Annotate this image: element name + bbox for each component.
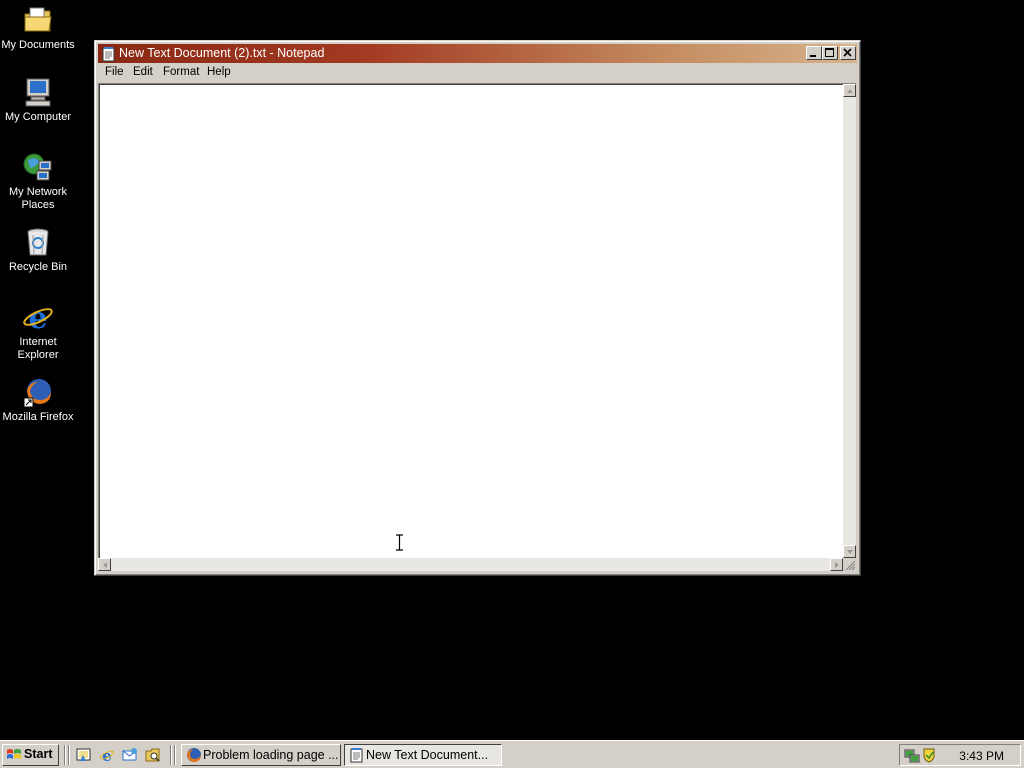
maximize-icon bbox=[825, 48, 834, 57]
close-icon bbox=[843, 48, 852, 57]
arrow-right-icon bbox=[835, 562, 839, 568]
scroll-up-button[interactable] bbox=[843, 84, 856, 97]
menu-format[interactable]: Format bbox=[163, 66, 199, 78]
windows-logo-icon bbox=[7, 749, 21, 759]
desktop-icon-my-documents[interactable]: My Documents bbox=[0, 4, 76, 52]
menu-file[interactable]: File bbox=[105, 66, 124, 78]
menu-edit[interactable]: Edit bbox=[133, 66, 153, 78]
computer-icon bbox=[25, 78, 51, 107]
taskbar-separator bbox=[174, 745, 176, 765]
security-shield-icon[interactable] bbox=[922, 747, 936, 763]
network-status-icon[interactable] bbox=[904, 747, 920, 763]
desktop-icon-internet-explorer[interactable]: e Internet Explorer bbox=[0, 301, 76, 362]
taskbar: Start e Problem loading page ... New Tex… bbox=[0, 740, 1024, 768]
svg-text:e: e bbox=[102, 747, 112, 763]
internet-explorer-icon[interactable]: e bbox=[99, 747, 115, 763]
menu-help[interactable]: Help bbox=[207, 66, 231, 78]
taskbar-button-firefox[interactable]: Problem loading page ... bbox=[181, 744, 341, 766]
vertical-scrollbar[interactable] bbox=[843, 83, 856, 558]
outlook-express-icon[interactable] bbox=[122, 747, 138, 763]
maximize-button[interactable] bbox=[822, 46, 838, 60]
desktop-icon-label: My Computer bbox=[4, 111, 72, 123]
minimize-button[interactable] bbox=[806, 46, 822, 60]
show-desktop-icon[interactable] bbox=[76, 747, 92, 763]
notepad-icon bbox=[350, 748, 363, 763]
scroll-right-button[interactable] bbox=[830, 558, 843, 571]
window-title: New Text Document (2).txt - Notepad bbox=[119, 46, 325, 60]
taskbar-separator bbox=[64, 745, 66, 765]
desktop-icon-mozilla-firefox[interactable]: Mozilla Firefox bbox=[0, 376, 76, 424]
desktop-icon-label: My Documents bbox=[1, 39, 75, 51]
desktop-icon-my-network-places[interactable]: My Network Places bbox=[0, 151, 76, 212]
desktop-icon-recycle-bin[interactable]: Recycle Bin bbox=[0, 226, 76, 274]
start-button[interactable]: Start bbox=[2, 744, 59, 766]
text-editor-area[interactable] bbox=[98, 83, 843, 558]
notepad-icon bbox=[102, 47, 115, 62]
taskbar-button-notepad[interactable]: New Text Document... bbox=[344, 744, 502, 766]
network-icon bbox=[23, 153, 52, 181]
svg-text:e: e bbox=[28, 301, 47, 333]
arrow-left-icon bbox=[103, 562, 107, 568]
recycle-bin-icon bbox=[27, 228, 49, 256]
menu-bar: File Edit Format Help bbox=[98, 64, 857, 82]
scroll-left-button[interactable] bbox=[98, 558, 111, 571]
window-title-bar[interactable]: New Text Document (2).txt - Notepad bbox=[98, 44, 857, 63]
internet-explorer-icon: e bbox=[23, 301, 53, 333]
taskbar-button-label: Problem loading page ... bbox=[203, 748, 339, 762]
taskbar-separator bbox=[170, 745, 172, 765]
scroll-down-button[interactable] bbox=[843, 545, 856, 558]
desktop-icon-my-computer[interactable]: My Computer bbox=[0, 76, 76, 124]
close-button[interactable] bbox=[840, 46, 856, 60]
minimize-icon bbox=[810, 55, 816, 57]
desktop-icon-label: My Network Places bbox=[8, 186, 68, 211]
desktop-icon-label: Mozilla Firefox bbox=[2, 411, 74, 423]
notepad-window[interactable]: New Text Document (2).txt - Notepad File… bbox=[94, 40, 861, 576]
arrow-up-icon bbox=[847, 89, 853, 93]
firefox-icon bbox=[23, 379, 51, 408]
folder-documents-icon bbox=[24, 7, 52, 32]
arrow-down-icon bbox=[847, 550, 853, 554]
horizontal-scrollbar[interactable] bbox=[98, 558, 843, 571]
start-label: Start bbox=[24, 747, 53, 761]
firefox-icon bbox=[187, 748, 201, 762]
clock[interactable]: 3:43 PM bbox=[959, 749, 1004, 763]
resize-grip[interactable] bbox=[843, 558, 856, 571]
desktop-icon-label: Recycle Bin bbox=[8, 261, 68, 273]
explorer-icon[interactable] bbox=[145, 747, 161, 763]
taskbar-button-label: New Text Document... bbox=[366, 748, 489, 762]
taskbar-separator bbox=[68, 745, 70, 765]
text-cursor-icon bbox=[396, 534, 403, 551]
desktop-icon-label: Internet Explorer bbox=[17, 336, 59, 361]
system-tray: 3:43 PM bbox=[899, 744, 1021, 766]
resize-grip-icon bbox=[845, 560, 856, 571]
